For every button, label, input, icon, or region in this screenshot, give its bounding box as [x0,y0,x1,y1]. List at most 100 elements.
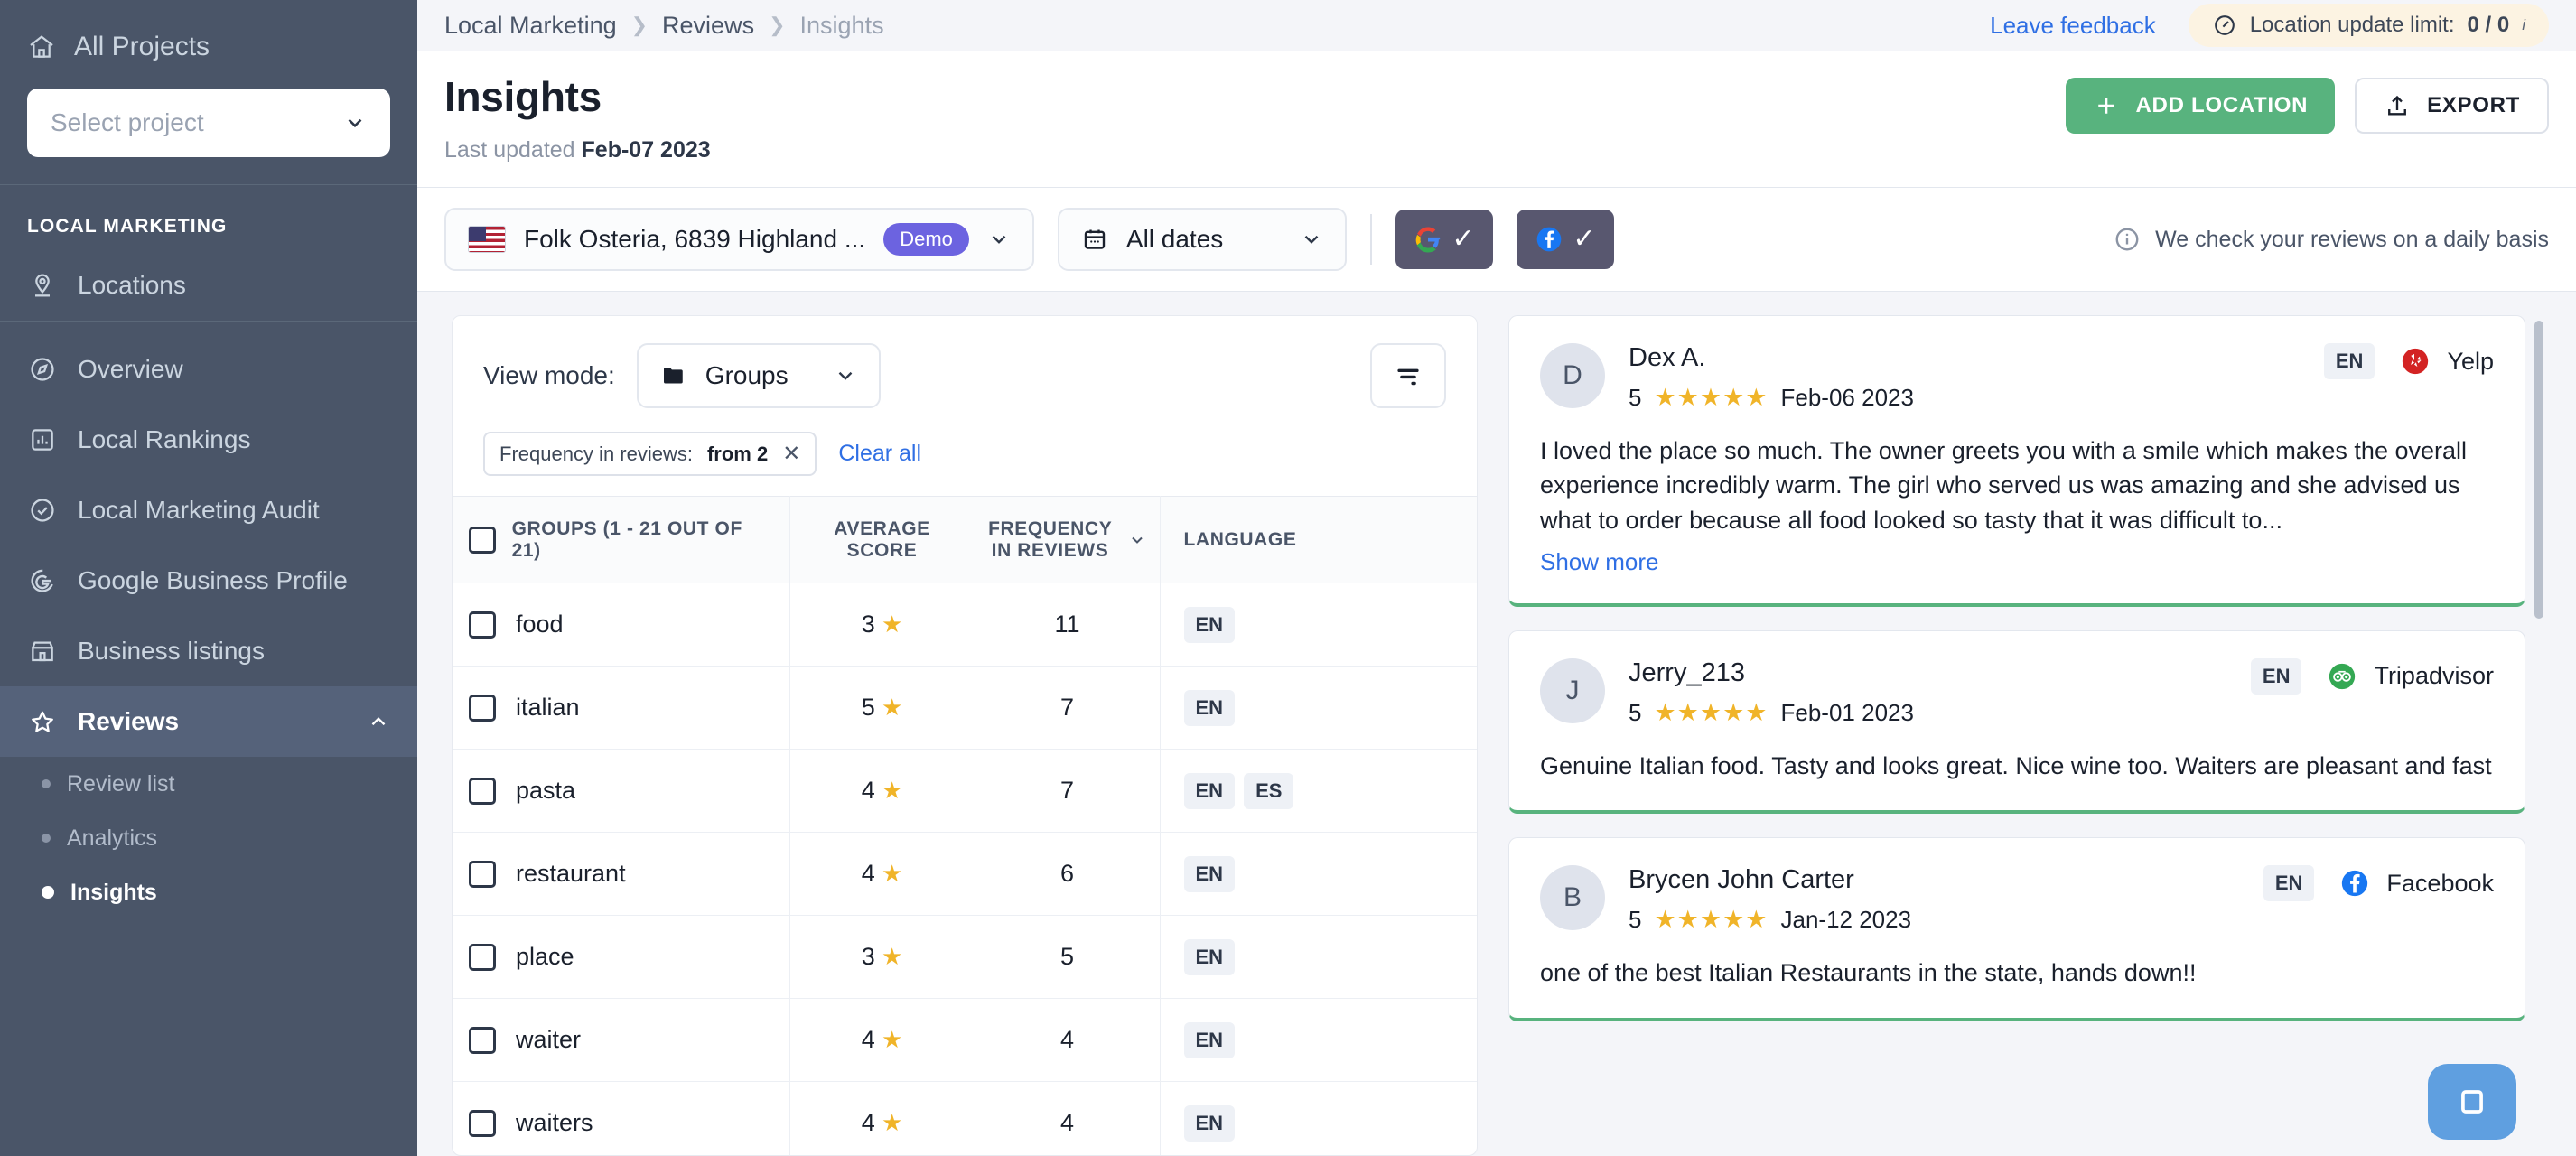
review-text: I loved the place so much. The owner gre… [1540,437,2467,534]
row-checkbox[interactable] [469,1109,496,1137]
filter-button[interactable] [1370,343,1446,408]
table-row[interactable]: waiter 4 ★ 4 EN [453,998,1477,1082]
chevron-down-icon [343,111,367,135]
last-updated: Last updated Feb-07 2023 [444,137,711,163]
demo-badge: Demo [883,223,969,256]
page-header-actions: ADD LOCATION EXPORT [2065,72,2549,134]
breadcrumb-local-marketing[interactable]: Local Marketing [444,12,617,40]
sidebar-subitem-analytics[interactable]: Analytics [0,811,417,865]
sidebar-item-google-business-profile[interactable]: Google Business Profile [0,545,417,616]
chevron-up-icon[interactable] [367,710,390,733]
close-icon[interactable]: ✕ [782,441,800,467]
review-card[interactable]: D Dex A. 5 ★★★★★ Feb-06 2023 EN Yelp I loved th… [1508,315,2525,607]
average-score-value: 4 [861,777,875,804]
select-all-checkbox[interactable] [469,526,496,554]
sidebar-subitem-insights[interactable]: Insights [0,865,417,919]
sidebar-top: All Projects Select project [0,0,417,184]
last-updated-value: Feb-07 2023 [581,137,711,163]
row-checkbox[interactable] [469,860,496,888]
location-selector[interactable]: Folk Osteria, 6839 Highland ... Demo [444,208,1034,271]
table-row[interactable]: food 3 ★ 11 EN [453,583,1477,667]
sidebar-item-reviews[interactable]: Reviews [0,686,417,757]
review-header: B Brycen John Carter 5 ★★★★★ Jan-12 2023 EN Fa… [1540,865,2494,934]
daily-basis-note: We check your reviews on a daily basis [2114,226,2549,253]
project-select[interactable]: Select project [27,89,390,157]
location-update-limit-badge[interactable]: Location update limit: 0 / 0 i [2188,4,2549,47]
cell-frequency: 11 [975,583,1161,667]
sidebar-item-label-reviews: Reviews [78,707,180,735]
leave-feedback-link[interactable]: Leave feedback [1990,12,2156,40]
add-location-label: ADD LOCATION [2135,93,2309,117]
sidebar-subitem-review-list[interactable]: Review list [0,757,417,811]
table-row[interactable]: italian 5 ★ 7 EN [453,666,1477,750]
sidebar: All Projects Select project LOCAL MARKET… [0,0,417,1156]
row-checkbox[interactable] [469,943,496,971]
sidebar-item-local-rankings[interactable]: Local Rankings [0,405,417,475]
info-superscript[interactable]: i [2522,16,2525,34]
all-projects-link[interactable]: All Projects [27,23,390,70]
col-average-score[interactable]: AVERAGE SCORE [789,496,975,583]
sidebar-item-locations[interactable]: Locations [0,250,417,321]
review-source: EN Tripadvisor [2250,657,2494,695]
sidebar-subitem-label-analytics: Analytics [67,825,158,851]
sidebar-item-label-google-business-profile: Google Business Profile [78,566,348,594]
chevron-down-icon [1128,531,1146,549]
col-frequency-in-reviews[interactable]: FREQUENCY IN REVIEWS [975,496,1161,583]
review-card[interactable]: B Brycen John Carter 5 ★★★★★ Jan-12 2023 EN Fa… [1508,837,2525,1021]
compass-icon [27,354,58,385]
us-flag-icon [468,226,506,253]
breadcrumb-reviews[interactable]: Reviews [662,12,754,40]
view-mode-row: View mode: Groups [453,316,1477,432]
main-area: Local Marketing ❯ Reviews ❯ Insights Lea… [417,0,2576,1156]
table-row[interactable]: waiters 4 ★ 4 EN [453,1081,1477,1155]
bullet-icon [42,779,51,788]
cell-language: EN [1160,1081,1477,1155]
export-label: EXPORT [2427,93,2520,117]
sidebar-item-overview[interactable]: Overview [0,334,417,405]
sidebar-item-label-overview: Overview [78,355,183,383]
row-checkbox[interactable] [469,611,496,639]
review-rating-value: 5 [1629,384,1642,411]
view-mode-select[interactable]: Groups [636,343,881,408]
chevron-right-icon: ❯ [769,14,786,36]
cell-frequency: 7 [975,749,1161,833]
platform-filter-google[interactable]: ✓ [1395,210,1493,269]
average-score-value: 4 [861,1026,875,1053]
export-button[interactable]: EXPORT [2355,78,2549,134]
col-language-label: LANGUAGE [1183,528,1297,550]
project-select-placeholder: Select project [51,108,204,136]
row-checkbox[interactable] [469,1026,496,1054]
review-header: J Jerry_213 5 ★★★★★ Feb-01 2023 EN Tripadvisor [1540,657,2494,727]
language-tag: ES [1244,772,1294,809]
row-checkbox[interactable] [469,777,496,805]
date-range-selector[interactable]: All dates [1057,208,1347,271]
cell-frequency: 7 [975,666,1161,750]
check-circle-icon [27,495,58,526]
review-author: Brycen John Carter [1629,865,1854,895]
cell-language: EN [1160,915,1477,999]
sidebar-item-local-marketing-audit[interactable]: Local Marketing Audit [0,475,417,545]
chat-widget-button[interactable] [2428,1064,2516,1140]
language-tag: EN [1183,855,1236,892]
table-row[interactable]: place 3 ★ 5 EN [453,915,1477,999]
cell-language: EN [1160,583,1477,667]
table-row[interactable]: pasta 4 ★ 7 EN ES [453,749,1477,833]
cell-average-score: 4 ★ [789,749,975,833]
table-row[interactable]: restaurant 4 ★ 6 EN [453,832,1477,916]
plus-icon [2093,92,2120,119]
platform-filter-facebook[interactable]: ✓ [1516,210,1614,269]
home-icon [27,33,56,61]
cell-average-score: 3 ★ [789,915,975,999]
groups-panel: View mode: Groups Frequency in reviews: … [452,315,1478,1156]
avatar: D [1540,343,1605,408]
sidebar-item-business-listings[interactable]: Business listings [0,616,417,686]
frequency-value: 4 [1059,1109,1075,1136]
add-location-button[interactable]: ADD LOCATION [2065,78,2336,134]
row-checkbox[interactable] [469,694,496,722]
star-icon: ★ [874,943,903,970]
show-more-link[interactable]: Show more [1540,548,2494,576]
clear-all-link[interactable]: Clear all [838,441,921,467]
filter-chip-frequency[interactable]: Frequency in reviews: from 2 ✕ [483,432,817,476]
review-card[interactable]: J Jerry_213 5 ★★★★★ Feb-01 2023 EN Tripadvisor… [1508,629,2525,815]
reviews-scrollbar[interactable] [2534,321,2543,619]
